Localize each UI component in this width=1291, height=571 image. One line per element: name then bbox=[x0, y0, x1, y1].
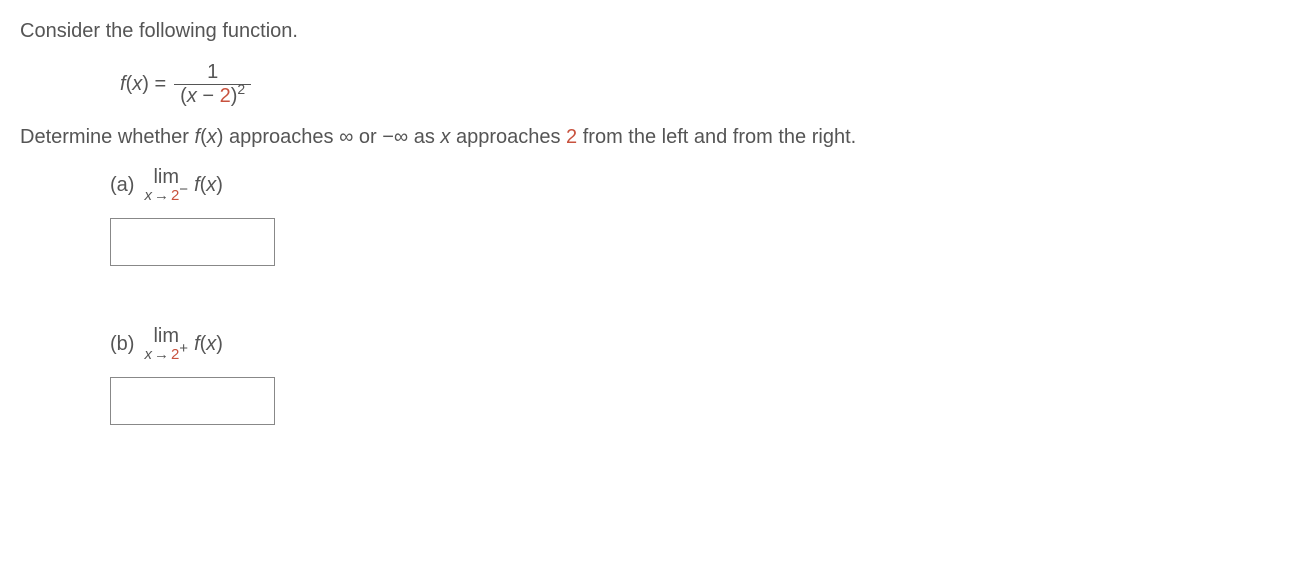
part-a-label: (a) bbox=[110, 174, 134, 197]
lim-sub-a: x→2− bbox=[144, 188, 188, 204]
q-p4: from the left and from the right. bbox=[577, 126, 856, 148]
den-open: ( bbox=[180, 85, 187, 107]
function-definition: f(x) = 1 (x − 2)2 bbox=[120, 61, 1271, 108]
lim-sign-b: + bbox=[179, 341, 188, 357]
fx-close-b: ) bbox=[216, 333, 223, 355]
fx-x-a: x bbox=[206, 174, 216, 196]
fn-x: x bbox=[132, 73, 142, 95]
lim-sub-b: x→2+ bbox=[144, 347, 188, 363]
fn-close-eq: ) = bbox=[142, 73, 166, 95]
den-minus: − bbox=[197, 85, 220, 107]
part-a: (a) lim x→2− f(x) bbox=[110, 167, 1271, 266]
q-fx-x: x bbox=[207, 126, 217, 148]
lim-x-b: x bbox=[144, 347, 152, 363]
q-p1: Determine whether bbox=[20, 126, 195, 148]
lim-val-b: 2 bbox=[171, 347, 179, 363]
answer-input-b[interactable] bbox=[110, 377, 275, 425]
answer-input-a[interactable] bbox=[110, 218, 275, 266]
arrow-a: → bbox=[154, 188, 169, 204]
limit-expression-a: lim x→2− f(x) bbox=[144, 167, 223, 204]
denominator: (x − 2)2 bbox=[174, 84, 251, 108]
fx-b: f(x) bbox=[194, 333, 223, 356]
lim-text-a: lim bbox=[153, 167, 179, 188]
lim-x-a: x bbox=[144, 188, 152, 204]
lim-sign-a: − bbox=[179, 182, 188, 198]
lim-text-b: lim bbox=[153, 326, 179, 347]
limit-expression-b: lim x→2+ f(x) bbox=[144, 326, 223, 363]
fx-close-a: ) bbox=[216, 174, 223, 196]
arrow-b: → bbox=[154, 347, 169, 363]
part-b-label: (b) bbox=[110, 333, 134, 356]
q-value: 2 bbox=[566, 126, 577, 148]
fraction: 1 (x − 2)2 bbox=[174, 61, 251, 108]
fx-a: f(x) bbox=[194, 174, 223, 197]
question-text: Determine whether f(x) approaches ∞ or −… bbox=[20, 126, 1271, 149]
q-p2: approaches ∞ or −∞ as bbox=[223, 126, 440, 148]
intro-text: Consider the following function. bbox=[20, 20, 1271, 43]
q-p3: approaches bbox=[450, 126, 566, 148]
part-b: (b) lim x→2+ f(x) bbox=[110, 326, 1271, 425]
q-x: x bbox=[440, 126, 450, 148]
numerator: 1 bbox=[201, 61, 224, 84]
den-value: 2 bbox=[220, 85, 231, 107]
den-x: x bbox=[187, 85, 197, 107]
fx-x-b: x bbox=[206, 333, 216, 355]
lim-val-a: 2 bbox=[171, 188, 179, 204]
den-exponent: 2 bbox=[237, 81, 245, 97]
q-fx-open: ( bbox=[200, 126, 207, 148]
